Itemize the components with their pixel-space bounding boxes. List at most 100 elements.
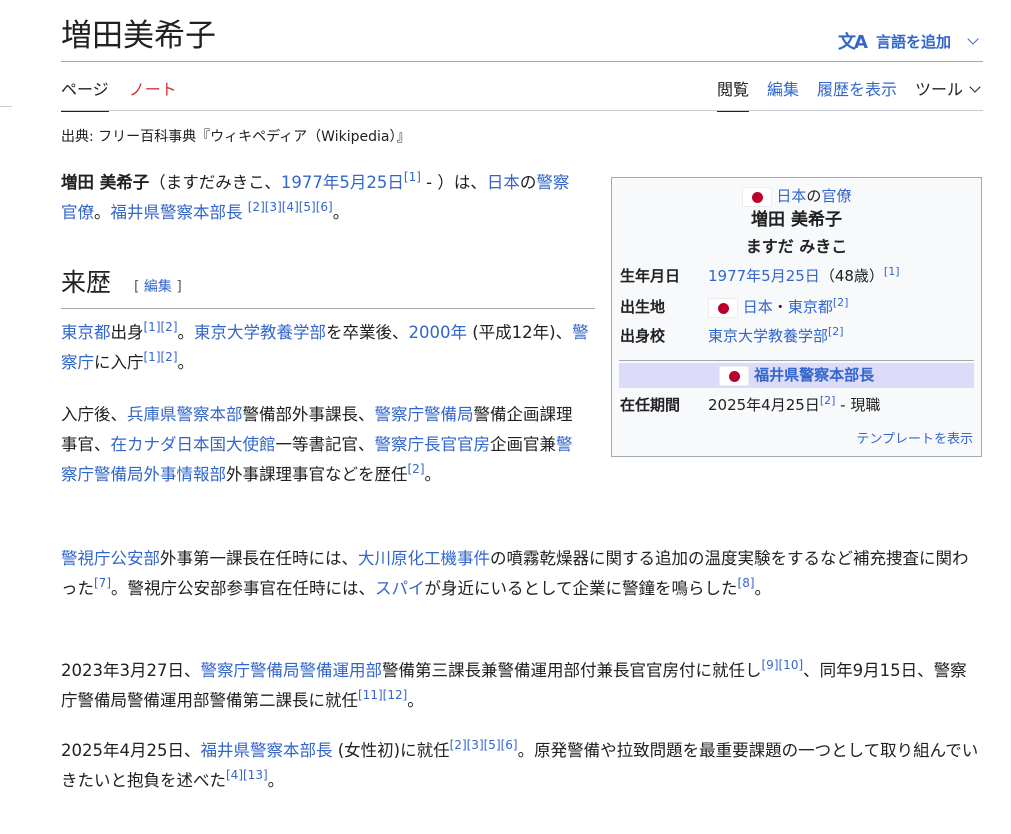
- ref-link[interactable]: [2]: [833, 296, 849, 309]
- infobox-school-link[interactable]: 東京大学教養学部: [708, 327, 828, 345]
- tab-read[interactable]: 閲覧: [716, 76, 749, 112]
- infobox-bureaucrat-link[interactable]: 官僚: [821, 187, 851, 205]
- infobox-value: 1977年5月25日（48歳）[1]: [708, 264, 900, 288]
- career-paragraph-5: 2025年4月25日、福井県警察本部長 (女性初)に就任[2][3][5][6]…: [61, 736, 981, 796]
- infobox-row-school: 出身校 東京大学教養学部[2]: [620, 324, 973, 348]
- ref-link[interactable]: [7]: [94, 576, 111, 590]
- mpd-public-security-link[interactable]: 警視庁公安部: [61, 549, 160, 568]
- ref-link[interactable]: [1]: [884, 265, 900, 278]
- ref-link[interactable]: [2][3][4][5][6]: [248, 200, 333, 214]
- infobox-fukui-link[interactable]: 福井県警察本部長: [754, 366, 874, 384]
- site-tagline: 出典: フリー百科事典『ウィキペディア（Wikipedia）』: [61, 129, 411, 145]
- text: 。警視庁公安部参事官在任時には、: [111, 579, 375, 598]
- text: の: [806, 187, 822, 205]
- ref-link[interactable]: [4][13]: [226, 768, 268, 782]
- namespace-tabs: ページ ノート: [61, 76, 177, 112]
- add-language-label: 言語を追加: [875, 32, 951, 51]
- text: (女性初)に就任: [332, 741, 450, 760]
- page-title: 増田美希子: [61, 18, 216, 54]
- text: 外事第一課長在任時には、: [160, 549, 358, 568]
- tab-history[interactable]: 履歴を表示: [817, 76, 897, 110]
- add-language-button[interactable]: 文A 言語を追加: [838, 28, 981, 54]
- japan-link[interactable]: 日本: [487, 173, 520, 192]
- infobox-label: 生年月日: [620, 267, 681, 285]
- year-2000-link[interactable]: 2000年: [409, 323, 468, 342]
- infobox-label: 出身校: [620, 327, 666, 345]
- text: の: [519, 173, 537, 192]
- tab-page[interactable]: ページ: [61, 76, 109, 112]
- infobox-value: 東京大学教養学部[2]: [708, 324, 844, 348]
- ref-link[interactable]: [2]: [820, 394, 836, 407]
- chevron-down-icon: [967, 33, 979, 45]
- npa-secretariat-link[interactable]: 警察庁長官官房: [375, 435, 491, 454]
- fukui-police-link[interactable]: 福井県警察本部長: [201, 741, 333, 760]
- infobox-value: 2025年4月25日[2] - 現職: [708, 393, 880, 417]
- career-paragraph-4: 2023年3月27日、警察庁警備局警備運用部警備第三課長兼警備運用部付兼長官官房…: [61, 656, 981, 716]
- text: 入庁後、: [61, 405, 127, 424]
- text: （ますだみきこ、: [149, 173, 281, 192]
- ref-link[interactable]: [9][10]: [762, 658, 804, 672]
- text: 。: [177, 323, 195, 342]
- npa-security-bureau-link[interactable]: 警察庁警備局: [375, 405, 474, 424]
- spy-link[interactable]: スパイ: [375, 579, 425, 598]
- career-paragraph-1: 東京都出身[1][2]。東京大学教養学部を卒業後、2000年 (平成12年)、警…: [61, 318, 596, 378]
- subject-name: 増田 美希子: [61, 173, 150, 192]
- title-divider: [61, 61, 983, 62]
- text: 2025年4月25日、: [61, 741, 201, 760]
- tabs-divider: [61, 110, 983, 111]
- ref-link[interactable]: [1]: [404, 170, 421, 184]
- ref-link[interactable]: [1][2]: [144, 350, 178, 364]
- infobox-value: 日本・東京都[2]: [708, 295, 848, 319]
- text: - ）は、: [420, 173, 487, 192]
- okawara-case-link[interactable]: 大川原化工機事件: [358, 549, 490, 568]
- translate-icon: 文A: [838, 32, 868, 53]
- infobox-japan-link[interactable]: 日本: [776, 187, 806, 205]
- text: (平成12年)、: [467, 323, 573, 342]
- tokyo-link[interactable]: 東京都: [61, 323, 111, 342]
- fukui-police-chief-link[interactable]: 福井県警察本部長: [111, 203, 243, 222]
- tab-edit[interactable]: 編集: [767, 76, 799, 110]
- term-end: - 現職: [835, 396, 881, 414]
- text: が身近にいるとして企業に警鐘を鳴らした: [424, 579, 738, 598]
- tab-tools[interactable]: ツール: [915, 76, 983, 110]
- section-divider: [61, 308, 595, 309]
- ref-link[interactable]: [11][12]: [358, 688, 407, 702]
- text: 一等書記官、: [275, 435, 375, 454]
- tools-label: ツール: [914, 80, 963, 99]
- hyogo-police-link[interactable]: 兵庫県警察本部: [127, 405, 243, 424]
- text: を卒業後、: [326, 323, 409, 342]
- ref-link[interactable]: [2]: [828, 325, 844, 338]
- ref-link[interactable]: [2][3][5][6]: [450, 738, 518, 752]
- intro-paragraph: 増田 美希子（ますだみきこ、1977年5月25日[1] - ）は、日本の警察官僚…: [61, 168, 581, 228]
- infobox-birthdate-link[interactable]: 1977年5月25日: [708, 267, 820, 285]
- infobox-divider: [619, 360, 974, 361]
- bracket: ]: [171, 279, 182, 295]
- infobox-name: 増田 美希子: [751, 210, 842, 230]
- text: 出身: [110, 323, 144, 342]
- infobox-label: 出生地: [620, 298, 666, 316]
- infobox-kana: ますだ みきこ: [745, 237, 848, 256]
- tab-talk[interactable]: ノート: [129, 76, 177, 112]
- view-tabs: 閲覧 編集 履歴を表示 ツール: [716, 76, 983, 112]
- university-link[interactable]: 東京大学教養学部: [194, 323, 326, 342]
- security-operations-link[interactable]: 警察庁警備局警備運用部: [201, 661, 383, 680]
- japan-flag-icon: [741, 186, 772, 207]
- section-edit-link[interactable]: 編集: [144, 279, 172, 295]
- infobox-japan-link[interactable]: 日本: [743, 298, 773, 316]
- text: に入庁: [94, 353, 144, 372]
- career-paragraph-3: 警視庁公安部外事第一課長在任時には、大川原化工機事件の噴霧乾燥器に関する追加の温…: [61, 544, 981, 604]
- infobox-row-birthplace: 出生地 日本・東京都[2]: [620, 295, 973, 319]
- age: （48歳）: [819, 267, 884, 285]
- ref-link[interactable]: [8]: [738, 576, 755, 590]
- ref-link[interactable]: [2]: [408, 462, 425, 476]
- birthdate-link[interactable]: 1977年5月25日: [281, 173, 404, 192]
- ref-link[interactable]: [1][2]: [144, 320, 178, 334]
- text: 。: [177, 353, 195, 372]
- japan-flag-icon: [708, 297, 738, 318]
- chevron-down-icon: [969, 81, 981, 93]
- show-template-link[interactable]: テンプレートを表示: [856, 428, 973, 447]
- text: 。: [267, 771, 285, 790]
- infobox-tokyo-link[interactable]: 東京都: [788, 298, 833, 316]
- text: 。: [407, 691, 424, 710]
- canada-embassy-link[interactable]: 在カナダ日本国大使館: [111, 435, 276, 454]
